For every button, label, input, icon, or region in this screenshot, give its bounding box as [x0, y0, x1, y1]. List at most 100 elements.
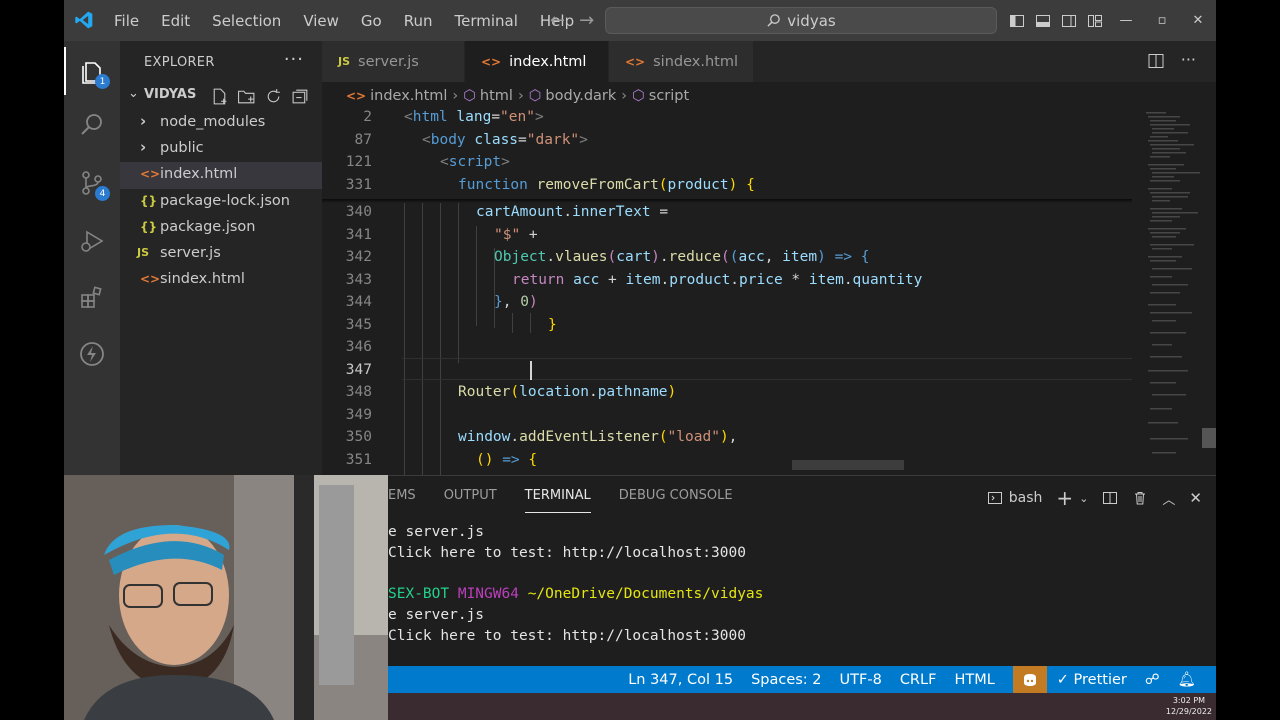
indentation[interactable]: Spaces: 2 — [751, 672, 821, 688]
toggle-secondary-sidebar-icon[interactable] — [1056, 13, 1082, 29]
terminal-host: SEX-BOT — [388, 586, 450, 603]
file-tree: › node_modules › public <> index.html {} pac… — [120, 110, 322, 293]
language-mode[interactable]: HTML — [954, 672, 994, 688]
feedback-icon[interactable]: ☍ — [1145, 672, 1160, 688]
tab-terminal[interactable]: TERMINAL — [524, 488, 591, 513]
new-file-icon[interactable] — [210, 87, 229, 106]
line-number: 348 — [345, 384, 372, 400]
menu-selection[interactable]: Selection — [212, 12, 281, 30]
menu-view[interactable]: View — [303, 12, 339, 30]
code-line: 87 <body class="dark"> — [322, 132, 1132, 155]
tree-item-label: sindex.html — [160, 271, 245, 288]
tree-item-node-modules[interactable]: › node_modules — [120, 110, 322, 136]
refresh-icon[interactable] — [264, 87, 283, 106]
search-icon — [767, 14, 781, 27]
code-line: 350 window.addEventListener("load"), — [322, 429, 1132, 452]
minimap[interactable] — [1144, 108, 1206, 475]
explorer-activity[interactable]: 1 — [64, 47, 120, 95]
chevron-right-icon: › — [452, 88, 459, 104]
search-icon — [81, 114, 102, 135]
maximize-panel-icon[interactable]: ︿ — [1162, 489, 1175, 508]
notifications-bell-icon[interactable]: 🔔︎ — [1178, 671, 1196, 688]
terminal-line: e server.js — [388, 524, 485, 540]
more-actions-icon[interactable]: ··· — [1181, 52, 1196, 70]
webcam-overlay — [64, 475, 388, 720]
tree-item-package-lock[interactable]: {} package-lock.json — [120, 189, 322, 215]
tag-icon: ⬡ — [632, 88, 645, 104]
line-number: 350 — [345, 429, 372, 445]
close-window-icon[interactable]: ✕ — [1180, 13, 1216, 28]
extensions-activity[interactable] — [64, 273, 120, 321]
toggle-sidebar-icon[interactable] — [1004, 13, 1030, 29]
terminal-output[interactable]: e server.js Click here to test: http://l… — [388, 522, 763, 646]
collapse-all-icon[interactable] — [291, 87, 310, 106]
tree-item-index-html[interactable]: <> index.html — [120, 162, 322, 189]
trash-icon[interactable] — [1132, 490, 1148, 506]
explorer-badge: 1 — [95, 74, 110, 89]
customize-layout-icon[interactable] — [1082, 13, 1108, 29]
tab-output[interactable]: OUTPUT — [444, 488, 497, 503]
tree-item-label: package.json — [160, 218, 256, 235]
split-terminal-icon[interactable] — [1102, 490, 1118, 506]
chevron-down-icon: ⌄ — [128, 86, 139, 101]
tab-sindex-html[interactable]: <> sindex.html — [609, 41, 754, 82]
thunder-client-activity[interactable] — [64, 330, 120, 378]
tab-debug-console[interactable]: DEBUG CONSOLE — [619, 488, 733, 503]
copilot-icon[interactable] — [1012, 666, 1047, 693]
minimize-icon[interactable]: — — [1108, 13, 1144, 28]
breadcrumb: <> index.html › ⬡ html › ⬡ body.dark › ⬡… — [322, 84, 689, 108]
menu-edit[interactable]: Edit — [161, 12, 190, 30]
tree-item-package-json[interactable]: {} package.json — [120, 215, 322, 241]
tab-server-js[interactable]: JS server.js — [322, 41, 465, 82]
tree-item-sindex-html[interactable]: <> sindex.html — [120, 267, 322, 293]
code-editor[interactable]: 2 <html lang="en"> 87 <body class="dark"> … — [322, 108, 1216, 475]
js-file-icon: JS — [137, 245, 150, 259]
forward-arrow-icon[interactable]: → — [579, 10, 608, 31]
tab-label: sindex.html — [653, 53, 738, 70]
horizontal-scrollbar[interactable] — [792, 460, 904, 470]
close-panel-icon[interactable]: ✕ — [1189, 489, 1202, 507]
restore-icon[interactable]: ▫ — [1144, 13, 1180, 28]
back-arrow-icon[interactable]: ← — [550, 10, 579, 31]
line-endings[interactable]: CRLF — [900, 672, 937, 688]
line-number: 2 — [363, 109, 372, 125]
breadcrumb-item[interactable]: script — [649, 88, 689, 104]
tree-item-public[interactable]: › public — [120, 136, 322, 162]
code-line: 345} — [322, 317, 1132, 340]
breadcrumb-item[interactable]: index.html — [370, 88, 447, 104]
vertical-scrollbar-thumb[interactable] — [1202, 428, 1216, 448]
tab-problems[interactable]: EMS — [388, 488, 416, 503]
menu-terminal[interactable]: Terminal — [455, 12, 518, 30]
terminal-line: e server.js — [388, 606, 485, 623]
menu-run[interactable]: Run — [404, 12, 433, 30]
menu-go[interactable]: Go — [361, 12, 382, 30]
source-control-activity[interactable]: 4 — [64, 159, 120, 207]
workspace-folder[interactable]: ⌄ VIDYAS — [120, 84, 322, 108]
split-editor-icon[interactable] — [1147, 52, 1165, 70]
menu-file[interactable]: File — [114, 12, 139, 30]
line-number: 341 — [345, 227, 372, 243]
shell-name: bash — [1008, 490, 1043, 506]
tab-index-html[interactable]: <> index.html — [465, 41, 609, 82]
workspace-folder-label: VIDYAS — [144, 87, 197, 102]
chevron-down-icon[interactable]: ⌄ — [1079, 492, 1088, 505]
new-terminal-icon[interactable]: + — [1056, 486, 1073, 510]
code-line: 2 <html lang="en"> — [322, 109, 1132, 132]
panel-tabs: EMS OUTPUT TERMINAL DEBUG CONSOLE — [388, 488, 761, 513]
taskbar-clock[interactable]: 3:02 PM 12/29/2022 — [1166, 695, 1212, 717]
new-folder-icon[interactable] — [237, 87, 256, 106]
editor-tabs: JS server.js <> index.html <> sindex.html ·… — [322, 41, 1216, 82]
search-activity[interactable] — [64, 101, 120, 149]
toggle-panel-icon[interactable] — [1030, 13, 1056, 29]
terminal-shell-selector[interactable]: bash — [987, 490, 1043, 506]
more-actions-icon[interactable]: ··· — [284, 49, 304, 70]
run-debug-activity[interactable] — [64, 217, 120, 265]
breadcrumb-item[interactable]: body.dark — [545, 88, 616, 104]
command-center-search[interactable]: vidyas — [605, 7, 997, 34]
breadcrumb-item[interactable]: html — [480, 88, 513, 104]
line-number: 87 — [354, 132, 372, 148]
encoding[interactable]: UTF-8 — [840, 672, 882, 688]
tree-item-server-js[interactable]: JS server.js — [120, 241, 322, 267]
prettier-status[interactable]: ✓ Prettier — [1057, 672, 1127, 688]
cursor-position[interactable]: Ln 347, Col 15 — [628, 672, 733, 688]
